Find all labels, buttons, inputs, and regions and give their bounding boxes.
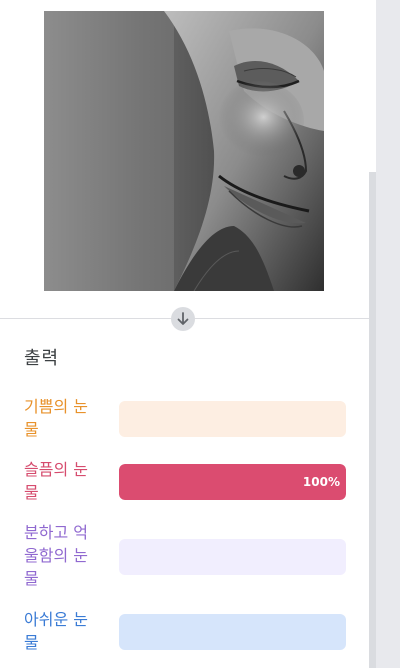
portrait-image xyxy=(44,11,324,291)
arrow-down-icon xyxy=(171,307,195,331)
label-regret-tears: 아쉬운 눈물 xyxy=(24,610,88,652)
label-resentful-tears: 분하고 억울함의 눈물 xyxy=(24,523,88,588)
scrollbar-thumb[interactable] xyxy=(369,172,376,668)
input-image xyxy=(44,11,324,291)
bar-regret-tears xyxy=(119,614,346,650)
bar-sad-tears: 100% xyxy=(119,464,346,500)
label-sad-tears: 슬픔의 눈물 xyxy=(24,460,88,502)
page: 출력 기쁨의 눈물 슬픔의 눈물 100% 분하고 억울함의 눈물 아쉬운 눈물 xyxy=(0,0,400,668)
label-joy-tears: 기쁨의 눈물 xyxy=(24,397,88,439)
bar-percent: 100% xyxy=(302,475,340,489)
right-gutter xyxy=(375,0,400,668)
bar-joy-tears xyxy=(119,401,346,437)
output-title: 출력 xyxy=(24,348,60,369)
bar-resentful-tears xyxy=(119,539,346,575)
